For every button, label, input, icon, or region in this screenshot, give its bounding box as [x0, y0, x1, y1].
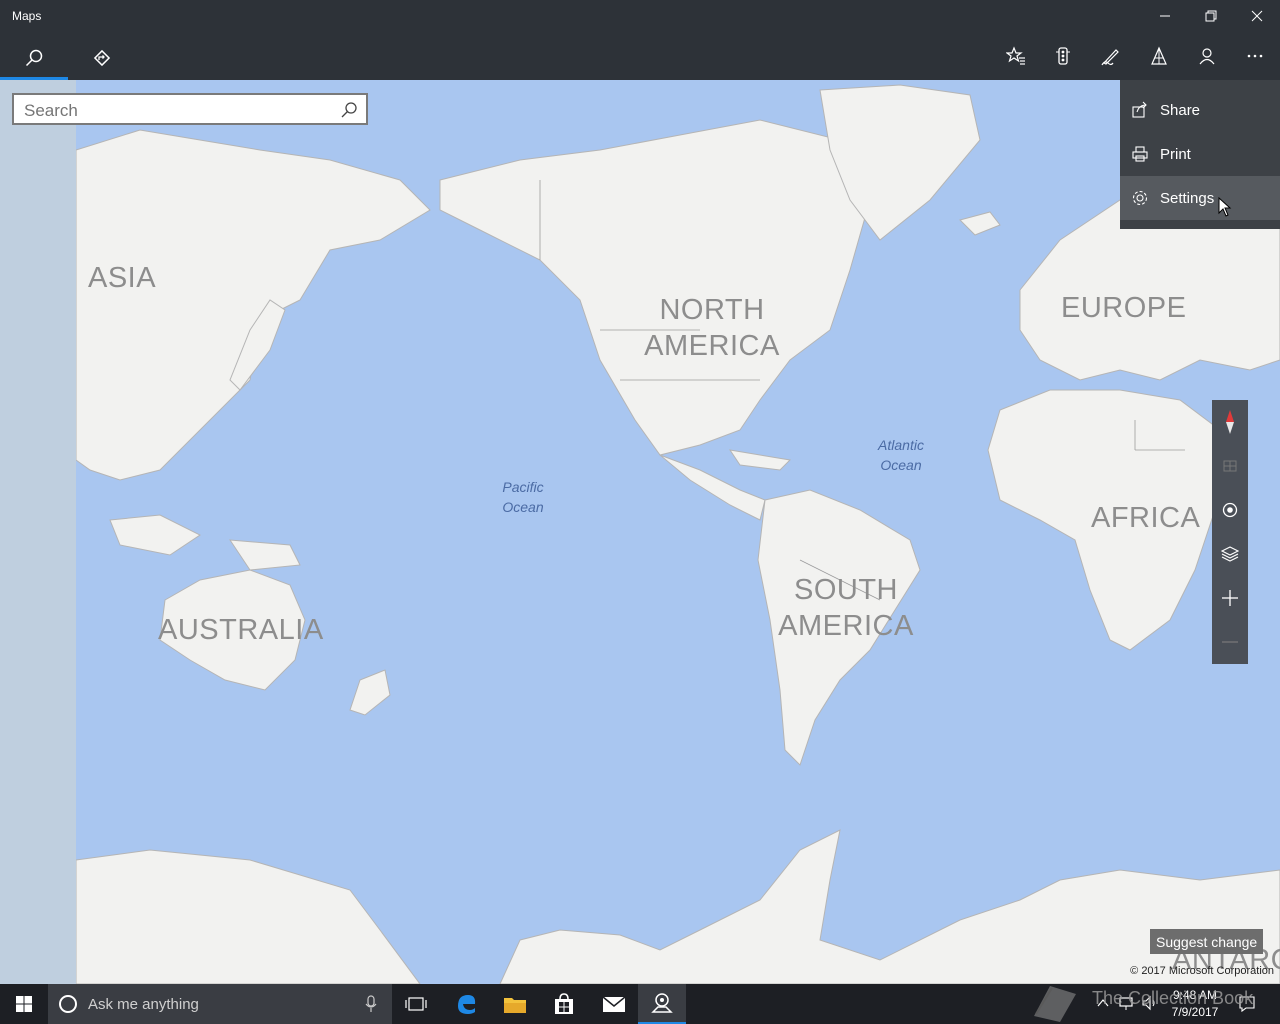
zoom-in-icon: [1222, 590, 1238, 606]
mail-taskbar-button[interactable]: [590, 984, 638, 1024]
taskbar: Ask me anything 9:48 AM 7/9/2017: [0, 984, 1280, 1024]
task-view-button[interactable]: [392, 984, 440, 1024]
locate-me-button[interactable]: [1212, 488, 1248, 532]
tilt-icon: [1223, 460, 1237, 472]
menu-item-print[interactable]: Print: [1120, 132, 1280, 176]
more-button[interactable]: [1232, 34, 1278, 78]
edge-icon: [458, 995, 476, 1014]
tab-directions[interactable]: [68, 36, 136, 80]
title-bar: Maps: [0, 0, 1280, 80]
mail-icon: [602, 996, 626, 1012]
map-controls: [1212, 400, 1248, 664]
label-pacific-ocean: Pacific Ocean: [502, 479, 544, 515]
file-explorer-taskbar-button[interactable]: [491, 984, 539, 1024]
search-icon: [25, 49, 43, 67]
3d-cities-icon: [1151, 46, 1167, 65]
layers-icon: [1221, 546, 1239, 562]
search-input[interactable]: [22, 100, 336, 122]
cortana-icon: [59, 995, 77, 1013]
label-australia: AUSTRALIA: [158, 614, 324, 646]
traffic-button[interactable]: [1040, 34, 1086, 78]
compass-button[interactable]: [1212, 400, 1248, 444]
directions-icon: [93, 49, 111, 67]
minimize-button[interactable]: [1142, 0, 1188, 32]
watermark-text: The Collection Book: [1092, 988, 1254, 1008]
menu-item-share[interactable]: Share: [1120, 88, 1280, 132]
3d-cities-button[interactable]: [1136, 34, 1182, 78]
label-south-america: SOUTH AMERICA: [778, 574, 914, 643]
tab-search[interactable]: [0, 36, 68, 80]
favorites-icon: [1006, 46, 1025, 65]
folder-icon: [504, 998, 526, 1013]
copyright-text: © 2017 Microsoft Corporation: [1130, 965, 1274, 977]
maps-icon: [651, 993, 673, 1013]
cortana-placeholder: Ask me anything: [88, 996, 199, 1013]
app-title: Maps: [12, 9, 42, 23]
minimize-icon: [1160, 15, 1170, 17]
more-icon: [1247, 54, 1263, 58]
restore-button[interactable]: [1188, 0, 1234, 32]
cortana-search-box[interactable]: Ask me anything: [48, 984, 392, 1024]
store-taskbar-button[interactable]: [540, 984, 588, 1024]
edge-taskbar-button[interactable]: [442, 984, 490, 1024]
print-icon: [1120, 145, 1160, 163]
account-button[interactable]: [1184, 34, 1230, 78]
zoom-out-icon: [1222, 641, 1238, 643]
tilt-button[interactable]: [1212, 444, 1248, 488]
zoom-in-button[interactable]: [1212, 576, 1248, 620]
restore-icon: [1205, 10, 1217, 22]
ink-button[interactable]: [1088, 34, 1134, 78]
windows-logo-icon: [16, 996, 32, 1012]
label-atlantic-ocean: Atlantic Ocean: [878, 437, 924, 473]
gear-icon: [1120, 189, 1160, 207]
ink-icon: [1101, 49, 1119, 66]
close-button[interactable]: [1234, 0, 1280, 32]
traffic-icon: [1056, 47, 1070, 65]
share-icon: [1120, 101, 1160, 119]
microphone-icon[interactable]: [364, 995, 378, 1013]
more-menu: Share Print Settings: [1120, 80, 1280, 229]
search-box[interactable]: [12, 93, 368, 125]
suggest-change-button[interactable]: Suggest change: [1150, 929, 1264, 954]
menu-item-settings-label: Settings: [1160, 189, 1215, 207]
maps-taskbar-button[interactable]: [638, 984, 686, 1024]
compass-icon: [1226, 410, 1234, 434]
label-europe: EUROPE: [1061, 292, 1187, 324]
map-views-button[interactable]: [1212, 532, 1248, 576]
label-north-america: NORTH AMERICA: [644, 294, 780, 363]
watermark-book-icon: [1034, 986, 1076, 1022]
menu-item-print-label: Print: [1160, 145, 1191, 163]
map-canvas[interactable]: ASIA NORTH AMERICA EUROPE AFRICA SOUTH AME…: [76, 80, 1280, 984]
menu-item-settings[interactable]: Settings: [1120, 176, 1280, 220]
search-submit-button[interactable]: [340, 101, 360, 121]
left-pane: [0, 80, 76, 984]
menu-item-share-label: Share: [1160, 101, 1201, 119]
start-button[interactable]: [0, 984, 48, 1024]
locate-icon: [1222, 502, 1238, 518]
close-icon: [1251, 10, 1263, 22]
favorites-button[interactable]: [993, 34, 1039, 78]
search-icon: [341, 102, 357, 118]
account-icon: [1199, 48, 1215, 65]
task-view-icon: [405, 997, 427, 1011]
store-icon: [555, 993, 573, 1014]
mouse-cursor-icon: [1218, 197, 1232, 217]
zoom-out-button[interactable]: [1212, 620, 1248, 664]
label-asia: ASIA: [88, 262, 157, 294]
label-africa: AFRICA: [1091, 502, 1201, 534]
